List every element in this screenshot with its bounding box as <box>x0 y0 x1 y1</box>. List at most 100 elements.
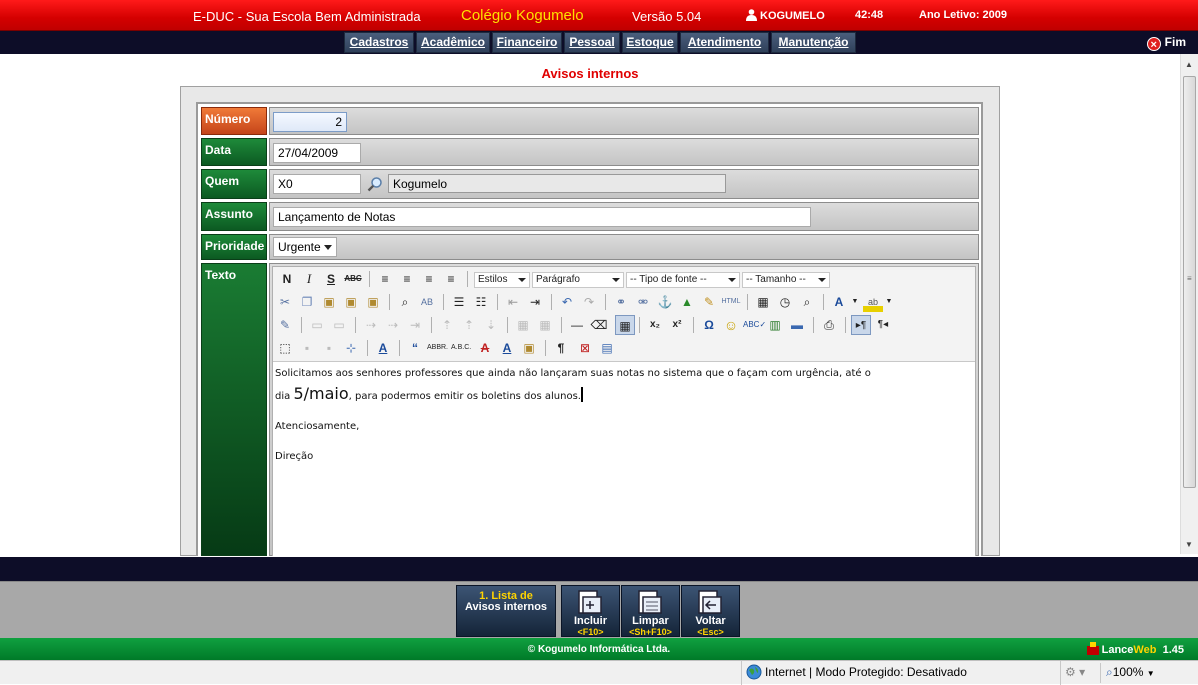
paste-word-icon[interactable]: ▣ <box>363 292 383 312</box>
move-backward-icon[interactable]: ▪ <box>297 338 317 358</box>
rich-text-editor[interactable]: N I S ABC ≡ ≡ ≡ ≡ Estilos Parágrafo -- T… <box>272 266 976 556</box>
nav-financeiro[interactable]: Financeiro <box>492 32 562 53</box>
layer-delete-icon[interactable]: ▭ <box>329 315 349 335</box>
col-delete-icon[interactable]: ⇣ <box>481 315 501 335</box>
link-icon[interactable]: ⚭ <box>611 292 631 312</box>
acronym-icon[interactable]: A.B.C. <box>451 338 471 358</box>
cite-icon[interactable]: “ <box>405 338 425 358</box>
horizontal-rule-icon[interactable]: — <box>567 315 587 335</box>
print-icon[interactable]: ⎙ <box>819 315 839 335</box>
zoom-level[interactable]: ⌕100% ▼ <box>1106 661 1155 685</box>
nav-academico[interactable]: Acadêmico <box>416 32 490 53</box>
anchor-icon[interactable]: ⚓ <box>655 292 675 312</box>
emoticon-icon[interactable]: ☺ <box>721 315 741 335</box>
non-break-icon[interactable]: ⊠ <box>575 338 595 358</box>
paste-text-icon[interactable]: ▣ <box>341 292 361 312</box>
italic-icon[interactable]: I <box>299 269 319 289</box>
media-icon[interactable]: ▥ <box>765 315 785 335</box>
security-zone[interactable]: Internet | Modo Protegido: Desativado <box>741 661 967 685</box>
row-delete-icon[interactable]: ⇥ <box>405 315 425 335</box>
style-props-icon[interactable]: A <box>373 338 393 358</box>
insert-mark-icon[interactable]: A <box>497 338 517 358</box>
align-justify-icon[interactable]: ≡ <box>441 269 461 289</box>
undo-icon[interactable]: ↶ <box>557 292 577 312</box>
align-center-icon[interactable]: ≡ <box>397 269 417 289</box>
cut-icon[interactable]: ✂ <box>275 292 295 312</box>
cleanup-icon[interactable]: ✎ <box>699 292 719 312</box>
move-forward-icon[interactable]: ▪ <box>319 338 339 358</box>
html-icon[interactable]: HTML <box>721 292 741 312</box>
nav-estoque[interactable]: Estoque <box>622 32 678 53</box>
redo-icon[interactable]: ↷ <box>579 292 599 312</box>
search-icon[interactable] <box>367 176 383 192</box>
layer-insert-icon[interactable]: ▭ <box>307 315 327 335</box>
special-char-icon[interactable]: Ω <box>699 315 719 335</box>
col-after-icon[interactable]: ⇡ <box>459 315 479 335</box>
exit-button[interactable]: × Fim <box>1146 33 1186 51</box>
preview-icon[interactable]: ⌕ <box>797 292 817 312</box>
underline-icon[interactable]: S <box>321 269 341 289</box>
prioridade-select[interactable]: Urgente <box>273 237 337 257</box>
indent-icon[interactable]: ⇥ <box>525 292 545 312</box>
scroll-up-icon[interactable]: ▲ <box>1185 60 1193 69</box>
outdent-icon[interactable]: ⇤ <box>503 292 523 312</box>
list-avisos-button[interactable]: 1. Lista de Avisos internos <box>456 585 556 637</box>
incluir-button[interactable]: Incluir <F10> <box>561 585 620 637</box>
abbr-icon[interactable]: ABBR. <box>427 338 448 358</box>
editor-content[interactable]: Solicitamos aos senhores professores que… <box>275 364 965 467</box>
find-icon[interactable]: ⌕ <box>395 292 415 312</box>
show-blocks-icon[interactable]: ¶ <box>551 338 571 358</box>
paste-icon[interactable]: ▣ <box>319 292 339 312</box>
text-color-menu-icon[interactable]: ▼ <box>845 292 865 312</box>
image-icon[interactable]: ▲ <box>677 292 697 312</box>
data-input[interactable]: 27/04/2009 <box>273 143 361 163</box>
edit-css-icon[interactable]: ✎ <box>275 315 295 335</box>
font-select[interactable]: -- Tipo de fonte -- <box>626 272 740 288</box>
numbered-list-icon[interactable]: ☷ <box>471 292 491 312</box>
vertical-scrollbar[interactable]: ▲ ≡ ▼ <box>1180 54 1198 554</box>
bullet-list-icon[interactable]: ☰ <box>449 292 469 312</box>
quem-code-input[interactable]: X0 <box>273 174 361 194</box>
nav-cadastros[interactable]: Cadastros <box>344 32 414 53</box>
protected-mode-icon[interactable]: ⚙ ▾ <box>1065 665 1085 679</box>
ltr-icon[interactable]: ▸¶ <box>851 315 871 335</box>
bold-icon[interactable]: N <box>277 269 297 289</box>
highlight-color-menu-icon[interactable]: ▼ <box>879 292 899 312</box>
date-icon[interactable]: ▦ <box>753 292 773 312</box>
visual-aid-icon[interactable]: ▦ <box>615 315 635 335</box>
split-cells-icon[interactable]: ▦ <box>513 315 533 335</box>
scroll-thumb[interactable]: ≡ <box>1183 76 1196 488</box>
rtl-icon[interactable]: ¶◂ <box>873 315 893 335</box>
row-insert-icon[interactable]: ⇢ <box>361 315 381 335</box>
align-right-icon[interactable]: ≡ <box>419 269 439 289</box>
remove-format-icon[interactable]: ⌫ <box>589 315 609 335</box>
absolute-position-icon[interactable]: ⊹ <box>341 338 361 358</box>
attributes-icon[interactable]: ▣ <box>519 338 539 358</box>
format-select[interactable]: Parágrafo <box>532 272 624 288</box>
assunto-input[interactable]: Lançamento de Notas <box>273 207 811 227</box>
voltar-button[interactable]: Voltar <Esc> <box>681 585 740 637</box>
subscript-icon[interactable]: x₂ <box>645 315 665 335</box>
spellcheck-icon[interactable]: ABC✓ <box>743 315 766 335</box>
nav-manutencao[interactable]: Manutenção <box>771 32 856 53</box>
strikethrough-icon[interactable]: ABC <box>343 269 363 289</box>
numero-input[interactable]: 2 <box>273 112 347 132</box>
nav-atendimento[interactable]: Atendimento <box>680 32 769 53</box>
merge-cells-icon[interactable]: ▦ <box>535 315 555 335</box>
replace-icon[interactable]: AB <box>417 292 437 312</box>
size-select[interactable]: -- Tamanho -- <box>742 272 830 288</box>
styles-select[interactable]: Estilos <box>474 272 530 288</box>
select-all-icon[interactable]: ⬚ <box>275 338 295 358</box>
align-left-icon[interactable]: ≡ <box>375 269 395 289</box>
superscript-icon[interactable]: x² <box>667 315 687 335</box>
col-insert-icon[interactable]: ⇡ <box>437 315 457 335</box>
time-icon[interactable]: ◷ <box>775 292 795 312</box>
row-after-icon[interactable]: ⇢ <box>383 315 403 335</box>
scroll-down-icon[interactable]: ▼ <box>1185 540 1193 549</box>
copy-icon[interactable]: ❐ <box>297 292 317 312</box>
limpar-button[interactable]: Limpar <Sh+F10> <box>621 585 680 637</box>
nav-pessoal[interactable]: Pessoal <box>564 32 620 53</box>
delete-mark-icon[interactable]: A <box>475 338 495 358</box>
unlink-icon[interactable]: ⚮ <box>633 292 653 312</box>
template-icon[interactable]: ▤ <box>597 338 617 358</box>
